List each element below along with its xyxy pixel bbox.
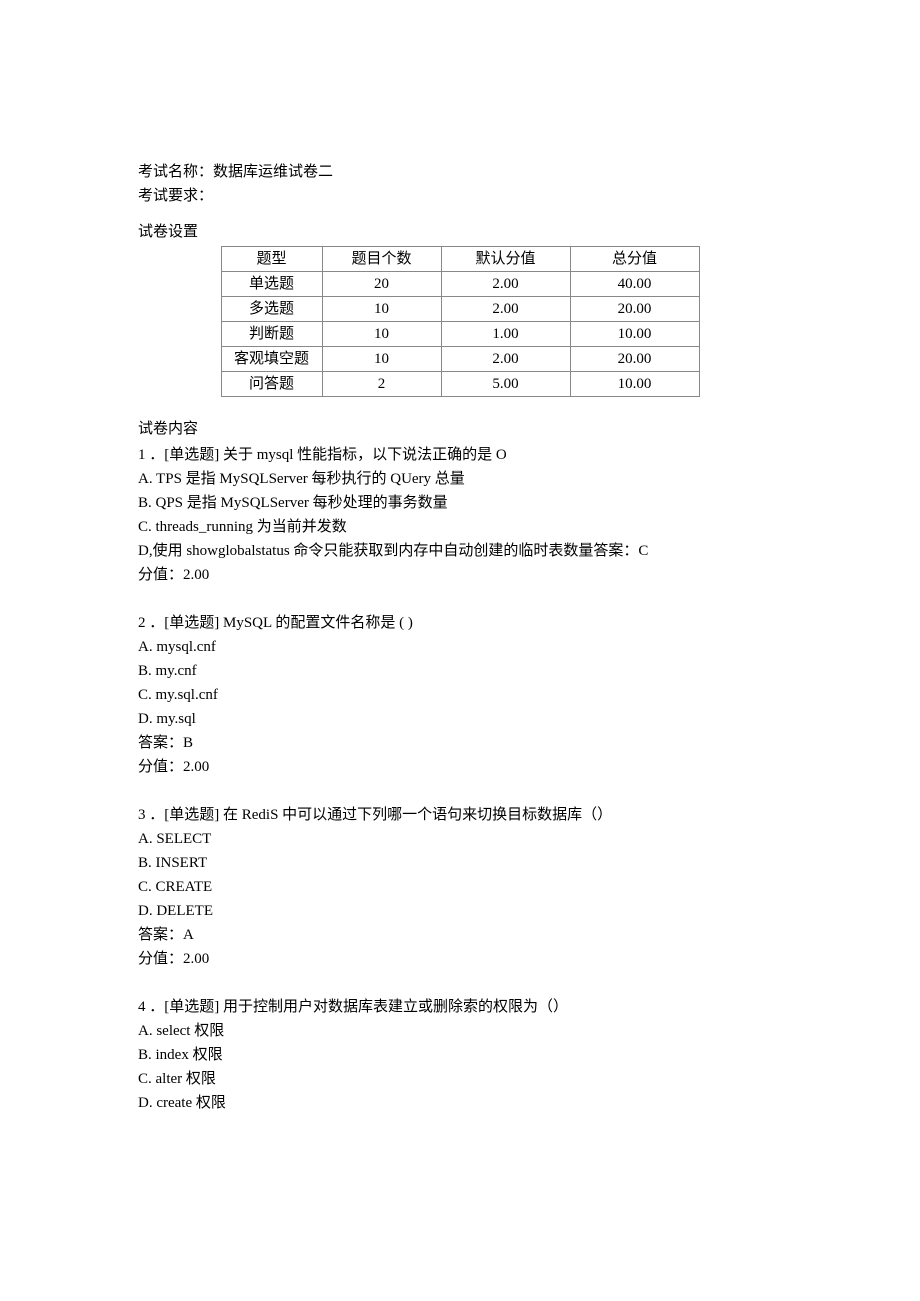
- th-type: 题型: [221, 247, 322, 272]
- q3-option-a: A. SELECT: [138, 827, 782, 851]
- cell: 20.00: [570, 347, 699, 372]
- cell: 20: [322, 272, 441, 297]
- cell: 20.00: [570, 297, 699, 322]
- q2-stem: 2 ．[单选题] MySQL 的配置文件名称是 ( ): [138, 611, 782, 635]
- cell: 判断题: [221, 322, 322, 347]
- q4-stem: 4 ．[单选题] 用于控制用户对数据库表建立或删除索的权限为（）: [138, 995, 782, 1019]
- cell: 问答题: [221, 372, 322, 397]
- settings-table: 题型 题目个数 默认分值 总分值 单选题 20 2.00 40.00 多选题 1…: [221, 246, 700, 397]
- settings-title: 试卷设置: [138, 220, 782, 244]
- q2-option-b: B. my.cnf: [138, 659, 782, 683]
- q2-score: 分值：2.00: [138, 755, 782, 779]
- table-row: 客观填空题 10 2.00 20.00: [221, 347, 699, 372]
- q1-option-a: A. TPS 是指 MySQLServer 每秒执行的 QUery 总量: [138, 467, 782, 491]
- q2-option-a: A. mysql.cnf: [138, 635, 782, 659]
- th-default: 默认分值: [441, 247, 570, 272]
- question-1: 1 ．[单选题] 关于 mysql 性能指标，以下说法正确的是 O A. TPS…: [138, 443, 782, 587]
- cell: 1.00: [441, 322, 570, 347]
- cell: 5.00: [441, 372, 570, 397]
- cell: 2: [322, 372, 441, 397]
- q1-option-c: C. threads_running 为当前并发数: [138, 515, 782, 539]
- q3-stem: 3 ．[单选题] 在 RediS 中可以通过下列哪一个语句来切换目标数据库（）: [138, 803, 782, 827]
- table-row: 判断题 10 1.00 10.00: [221, 322, 699, 347]
- q1-option-b: B. QPS 是指 MySQLServer 每秒处理的事务数量: [138, 491, 782, 515]
- q2-option-c: C. my.sql.cnf: [138, 683, 782, 707]
- q1-stem: 1 ．[单选题] 关于 mysql 性能指标，以下说法正确的是 O: [138, 443, 782, 467]
- cell: 单选题: [221, 272, 322, 297]
- q4-option-c: C. alter 权限: [138, 1067, 782, 1091]
- q2-option-d: D. my.sql: [138, 707, 782, 731]
- q3-option-b: B. INSERT: [138, 851, 782, 875]
- cell: 10.00: [570, 372, 699, 397]
- table-row: 问答题 2 5.00 10.00: [221, 372, 699, 397]
- exam-name-line: 考试名称：数据库运维试卷二: [138, 160, 782, 184]
- q4-option-d: D. create 权限: [138, 1091, 782, 1115]
- cell: 2.00: [441, 347, 570, 372]
- table-header-row: 题型 题目个数 默认分值 总分值: [221, 247, 699, 272]
- question-4: 4 ．[单选题] 用于控制用户对数据库表建立或删除索的权限为（） A. sele…: [138, 995, 782, 1115]
- th-count: 题目个数: [322, 247, 441, 272]
- q4-option-a: A. select 权限: [138, 1019, 782, 1043]
- cell: 40.00: [570, 272, 699, 297]
- exam-name-value: 数据库运维试卷二: [213, 164, 333, 180]
- exam-req-line: 考试要求：: [138, 184, 782, 208]
- exam-name-label: 考试名称：: [138, 164, 213, 180]
- q3-option-c: C. CREATE: [138, 875, 782, 899]
- cell: 10: [322, 297, 441, 322]
- q2-answer: 答案：B: [138, 731, 782, 755]
- q4-option-b: B. index 权限: [138, 1043, 782, 1067]
- cell: 2.00: [441, 297, 570, 322]
- cell: 10.00: [570, 322, 699, 347]
- question-2: 2 ．[单选题] MySQL 的配置文件名称是 ( ) A. mysql.cnf…: [138, 611, 782, 779]
- th-total: 总分值: [570, 247, 699, 272]
- q3-answer: 答案：A: [138, 923, 782, 947]
- q3-option-d: D. DELETE: [138, 899, 782, 923]
- table-row: 单选题 20 2.00 40.00: [221, 272, 699, 297]
- cell: 10: [322, 347, 441, 372]
- content-title: 试卷内容: [138, 417, 782, 441]
- q1-option-d-and-answer: D,使用 showglobalstatus 命令只能获取到内存中自动创建的临时表…: [138, 539, 782, 563]
- table-row: 多选题 10 2.00 20.00: [221, 297, 699, 322]
- q3-score: 分值：2.00: [138, 947, 782, 971]
- q1-score: 分值：2.00: [138, 563, 782, 587]
- cell: 2.00: [441, 272, 570, 297]
- cell: 多选题: [221, 297, 322, 322]
- exam-header: 考试名称：数据库运维试卷二 考试要求：: [138, 160, 782, 208]
- cell: 客观填空题: [221, 347, 322, 372]
- cell: 10: [322, 322, 441, 347]
- question-3: 3 ．[单选题] 在 RediS 中可以通过下列哪一个语句来切换目标数据库（） …: [138, 803, 782, 971]
